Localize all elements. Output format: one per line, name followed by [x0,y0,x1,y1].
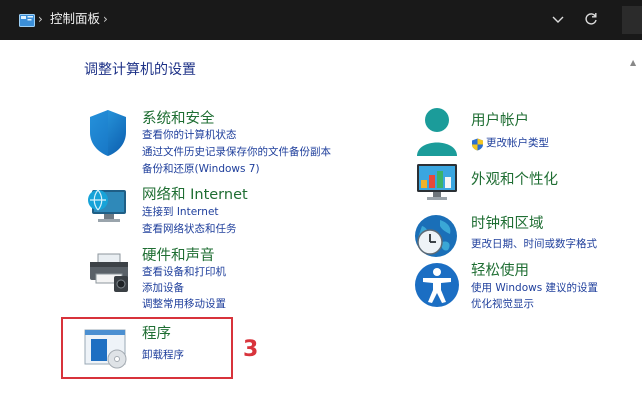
link-change-account-type[interactable]: 更改帐户类型 [486,136,549,150]
search-box-edge[interactable] [622,6,642,34]
step-number-label: 3 [243,337,259,362]
link-devices-printers[interactable]: 查看设备和打印机 [142,265,226,279]
accessibility-icon[interactable] [414,262,460,312]
scroll-up-icon[interactable]: ▲ [630,58,636,67]
address-bar[interactable]: › 控制面板 › [0,0,642,40]
category-network-internet[interactable]: 网络和 Internet [142,186,248,204]
link-windows-recommended-settings[interactable]: 使用 Windows 建议的设置 [471,281,598,295]
breadcrumb-control-panel[interactable]: 控制面板 [50,11,100,27]
link-add-device[interactable]: 添加设备 [142,281,184,295]
category-system-security[interactable]: 系统和安全 [142,110,215,128]
link-network-status[interactable]: 查看网络状态和任务 [142,222,237,236]
link-optimize-visual-display[interactable]: 优化视觉显示 [471,297,534,311]
chevron-right-icon[interactable]: › [38,12,43,26]
chevron-down-icon[interactable] [548,9,568,29]
network-icon[interactable] [86,186,130,230]
user-accounts-icon[interactable] [414,106,460,162]
category-clock-region[interactable]: 时钟和区域 [471,215,544,233]
chevron-right-icon[interactable]: › [103,12,108,26]
category-ease-of-access[interactable]: 轻松使用 [471,262,529,280]
programs-icon[interactable] [83,328,131,374]
uac-shield-icon [471,136,484,151]
link-backup-restore[interactable]: 备份和还原(Windows 7) [142,162,260,176]
refresh-icon[interactable] [581,9,601,29]
category-programs[interactable]: 程序 [142,325,171,343]
category-appearance[interactable]: 外观和个性化 [471,171,558,189]
clock-globe-icon[interactable] [412,212,460,264]
link-view-computer-status[interactable]: 查看你的计算机状态 [142,128,237,142]
appearance-icon[interactable] [414,162,460,206]
shield-icon[interactable] [86,108,130,162]
control-panel-icon [19,12,35,27]
category-hardware-sound[interactable]: 硬件和声音 [142,247,215,265]
link-mobility-settings[interactable]: 调整常用移动设置 [142,297,226,311]
category-user-accounts[interactable]: 用户帐户 [471,112,529,130]
link-connect-internet[interactable]: 连接到 Internet [142,205,219,219]
link-uninstall-program[interactable]: 卸载程序 [142,348,184,362]
printer-icon[interactable] [86,250,132,298]
link-change-date-time-format[interactable]: 更改日期、时间或数字格式 [471,237,597,251]
link-file-history[interactable]: 通过文件历史记录保存你的文件备份副本 [142,145,331,159]
page-title: 调整计算机的设置 [84,62,196,78]
